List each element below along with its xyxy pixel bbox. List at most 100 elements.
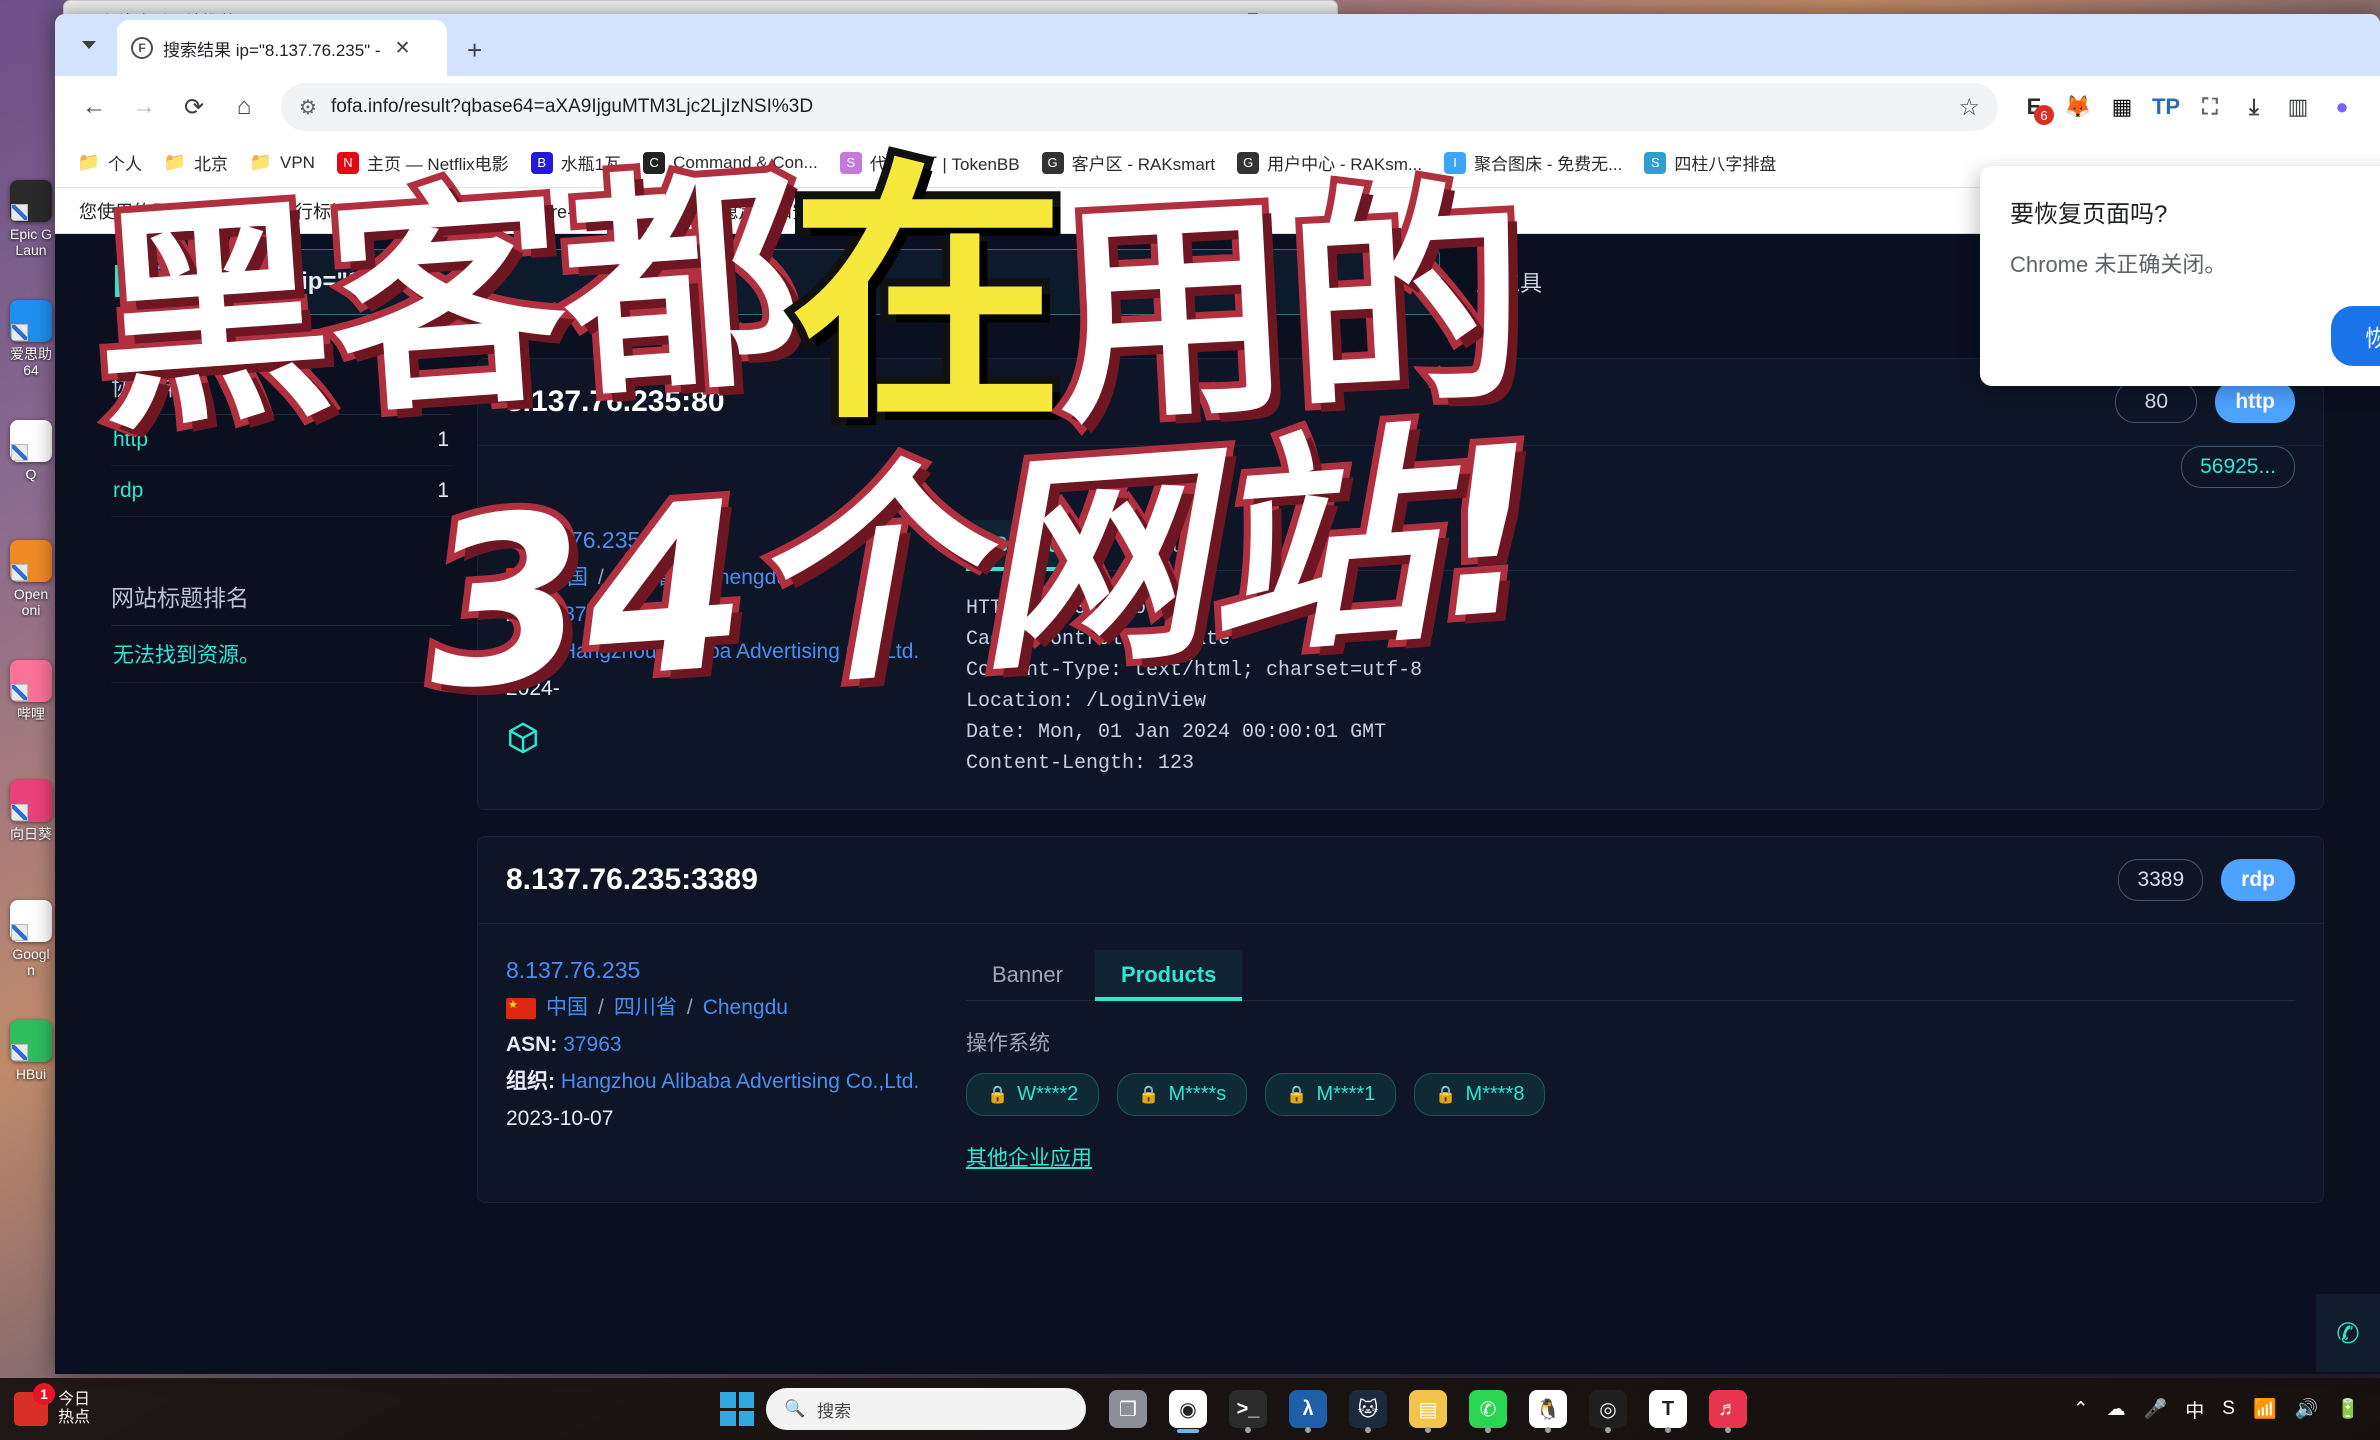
fofa-search-input[interactable]: ip="8.137.76.235" [280, 249, 1441, 315]
close-icon[interactable]: ✕ [391, 37, 415, 60]
new-tab-button[interactable]: + [447, 35, 498, 76]
home-button[interactable]: ⌂ [221, 84, 267, 130]
download-icon[interactable]: ⤓ [2232, 85, 2276, 129]
product-chip[interactable]: 🔒 M****1 [1265, 1073, 1397, 1116]
taskbar-obs[interactable]: ◎ [1582, 1383, 1634, 1435]
tray-volume-icon[interactable]: 🔊 [2295, 1397, 2319, 1421]
cube-icon[interactable] [506, 721, 540, 768]
bookmark-vpn[interactable]: 📁 VPN [241, 147, 324, 179]
products-other-heading[interactable]: 其他企业应用 [966, 1142, 2295, 1172]
taskbar-qq[interactable]: 🐧 [1522, 1383, 1574, 1435]
tab-products[interactable]: Products [1100, 520, 1239, 570]
taskbar-wechat[interactable]: ✆ [1462, 1383, 1514, 1435]
tray-wifi-icon[interactable]: 📶 [2253, 1397, 2277, 1421]
geo-city[interactable]: Chengdu [703, 990, 788, 1027]
desktop-icon-hbuilderx[interactable]: HBui [0, 1020, 62, 1140]
windows-logo-icon[interactable] [720, 1392, 754, 1426]
tray-battery-icon[interactable]: 🔋 [2336, 1397, 2360, 1421]
tray-sogou-icon[interactable]: S [2222, 1398, 2235, 1420]
reload-button[interactable]: ⟳ [171, 84, 217, 130]
extensions-grid[interactable]: ▦ [2100, 85, 2144, 129]
tray-ime-chinese[interactable]: 中 [2185, 1396, 2204, 1423]
port-badge[interactable]: 80 [2115, 381, 2198, 423]
title-row[interactable]: 无法找到资源。 1 [111, 626, 451, 683]
product-chip[interactable]: 🔒 M****8 [1414, 1073, 1546, 1116]
product-chip[interactable]: 🔒 M****s [1117, 1073, 1248, 1116]
protocol-row[interactable]: rdp 1 [111, 466, 451, 517]
address-bar[interactable]: ⚙ fofa.info/result?qbase64=aXA9IjguMTM3L… [281, 83, 1998, 131]
profile-avatar[interactable]: ● [2320, 85, 2364, 129]
back-button[interactable]: ← [71, 84, 117, 130]
bookmark-netflix[interactable]: N 主页 — Netflix电影 [328, 145, 518, 180]
taskbar-typora[interactable]: T [1642, 1383, 1694, 1435]
desktop-icon-sunflower-remote[interactable]: 向日葵 [0, 780, 62, 900]
product-chip[interactable]: 🔒 W****2 [966, 1073, 1100, 1116]
protocol-row[interactable]: http 1 [111, 415, 451, 466]
wechat-icon[interactable]: ✆ [2316, 1294, 2380, 1372]
tray-show-hidden-icons[interactable]: ⌃ [2073, 1398, 2089, 1421]
bookmark-personal[interactable]: 📁 个人 [69, 145, 151, 180]
bookmark-raksmart-client[interactable]: G 客户区 - RAKsmart [1033, 145, 1225, 180]
tray-microphone-icon[interactable]: 🎤 [2144, 1397, 2168, 1421]
bookmark-shuiping[interactable]: B 水瓶1瓦 [522, 145, 630, 180]
taskbar-task-view[interactable]: ❐ [1102, 1383, 1154, 1435]
asn-value[interactable]: 37963 [563, 603, 621, 626]
desktop-icon-epic-games-launcher[interactable]: Epic G Laun [0, 180, 62, 300]
evernote-extension[interactable]: E6 [2012, 85, 2056, 129]
protocol-name[interactable]: http [113, 428, 148, 452]
tampermonkey-extension[interactable]: TP [2144, 85, 2188, 129]
protocol-badge[interactable]: http [2215, 381, 2295, 423]
puzzle-extension[interactable]: ⛶ [2188, 85, 2232, 129]
result-ip-link[interactable]: 8.137.76.235 [506, 520, 936, 560]
bookmark-bazi[interactable]: S 四柱八字排盘 [1635, 145, 1785, 180]
protocol-name[interactable]: rdp [113, 479, 143, 503]
desktop-icon-bilibili[interactable]: 哔哩 [0, 660, 62, 780]
taskbar-file-explorer[interactable]: ▤ [1402, 1383, 1454, 1435]
desktop-icon-google-chrome[interactable]: Googl n [0, 900, 62, 1020]
side-panel-icon[interactable]: ▥ [2276, 85, 2320, 129]
taskbar-nekoray[interactable]: 🐱 [1342, 1383, 1394, 1435]
bookmark-beijing[interactable]: 📁 北京 [155, 145, 237, 180]
metamask-extension[interactable]: 🦊 [2056, 85, 2100, 129]
desktop-icon-openvpn[interactable]: Open oni [0, 540, 62, 660]
port-badge[interactable]: 3389 [2118, 859, 2204, 901]
taskbar-terminal[interactable]: >_ [1222, 1383, 1274, 1435]
geo-city[interactable]: Chengdu [703, 560, 788, 597]
taskbar-powershell[interactable]: λ [1282, 1383, 1334, 1435]
result-host[interactable]: 8.137.76.235:3389 [506, 863, 758, 897]
tab-banner[interactable]: Banner [966, 950, 1089, 1000]
bookmark-raksmart-user[interactable]: G 用户中心 - RAKsm... [1228, 145, 1431, 180]
desktop-icon-qq-app[interactable]: Q [0, 420, 62, 540]
tab-banner[interactable]: Banner [966, 520, 1094, 571]
result-ip-link[interactable]: 8.137.76.235 [506, 950, 936, 990]
bookmark-command-con[interactable]: C Command & Con... [634, 147, 827, 179]
org-value[interactable]: Hangzhou Alibaba Advertising Co.,Ltd. [561, 640, 919, 663]
bookmark-imagehost[interactable]: I 聚合图床 - 免费无... [1435, 145, 1631, 180]
site-settings-icon[interactable]: ⚙ [299, 95, 317, 120]
title-name[interactable]: 无法找到资源。 [113, 639, 260, 669]
geo-country[interactable]: 中国 [546, 990, 588, 1027]
tray-onedrive-icon[interactable]: ☁ [2107, 1398, 2126, 1421]
geo-province[interactable]: 四川省 [614, 560, 677, 597]
taskbar-chrome[interactable]: ◉ [1162, 1383, 1214, 1435]
geo-country[interactable]: 中国 [546, 560, 588, 597]
desktop-icon-aisi-assistant[interactable]: 爱思助 64 [0, 300, 62, 420]
geo-province[interactable]: 四川省 [614, 990, 677, 1027]
asn-value[interactable]: 37963 [563, 1033, 621, 1056]
restore-button[interactable]: 恢复 [2331, 306, 2380, 366]
tab-search-button[interactable] [61, 14, 117, 76]
fofa-logo[interactable]: F FA [111, 257, 244, 308]
browser-tab-active[interactable]: F 搜索结果 ip="8.137.76.235" - ✕ [117, 20, 447, 76]
forward-button[interactable]: → [121, 84, 167, 130]
bookmark-tokenbb[interactable]: S 代币工厂 | TokenBB [831, 145, 1029, 180]
result-host[interactable]: 8.137.76.235:80 [506, 385, 725, 419]
bookmark-star-icon[interactable]: ☆ [1958, 93, 1980, 122]
org-value[interactable]: Hangzhou Alibaba Advertising Co.,Ltd. [561, 1070, 919, 1093]
cert-badge[interactable]: 56925... [2181, 446, 2295, 488]
protocol-badge[interactable]: rdp [2221, 859, 2295, 901]
tab-products[interactable]: Products [1094, 950, 1243, 1001]
taskbar-netease-music[interactable]: ♬ [1702, 1383, 1754, 1435]
taskbar-news-widget[interactable]: 1 今日 热点 [0, 1383, 720, 1428]
taskbar-search-box[interactable]: 🔍 搜索 [766, 1388, 1086, 1430]
fofa-nav-text[interactable]: 及工具 [1476, 266, 1542, 298]
